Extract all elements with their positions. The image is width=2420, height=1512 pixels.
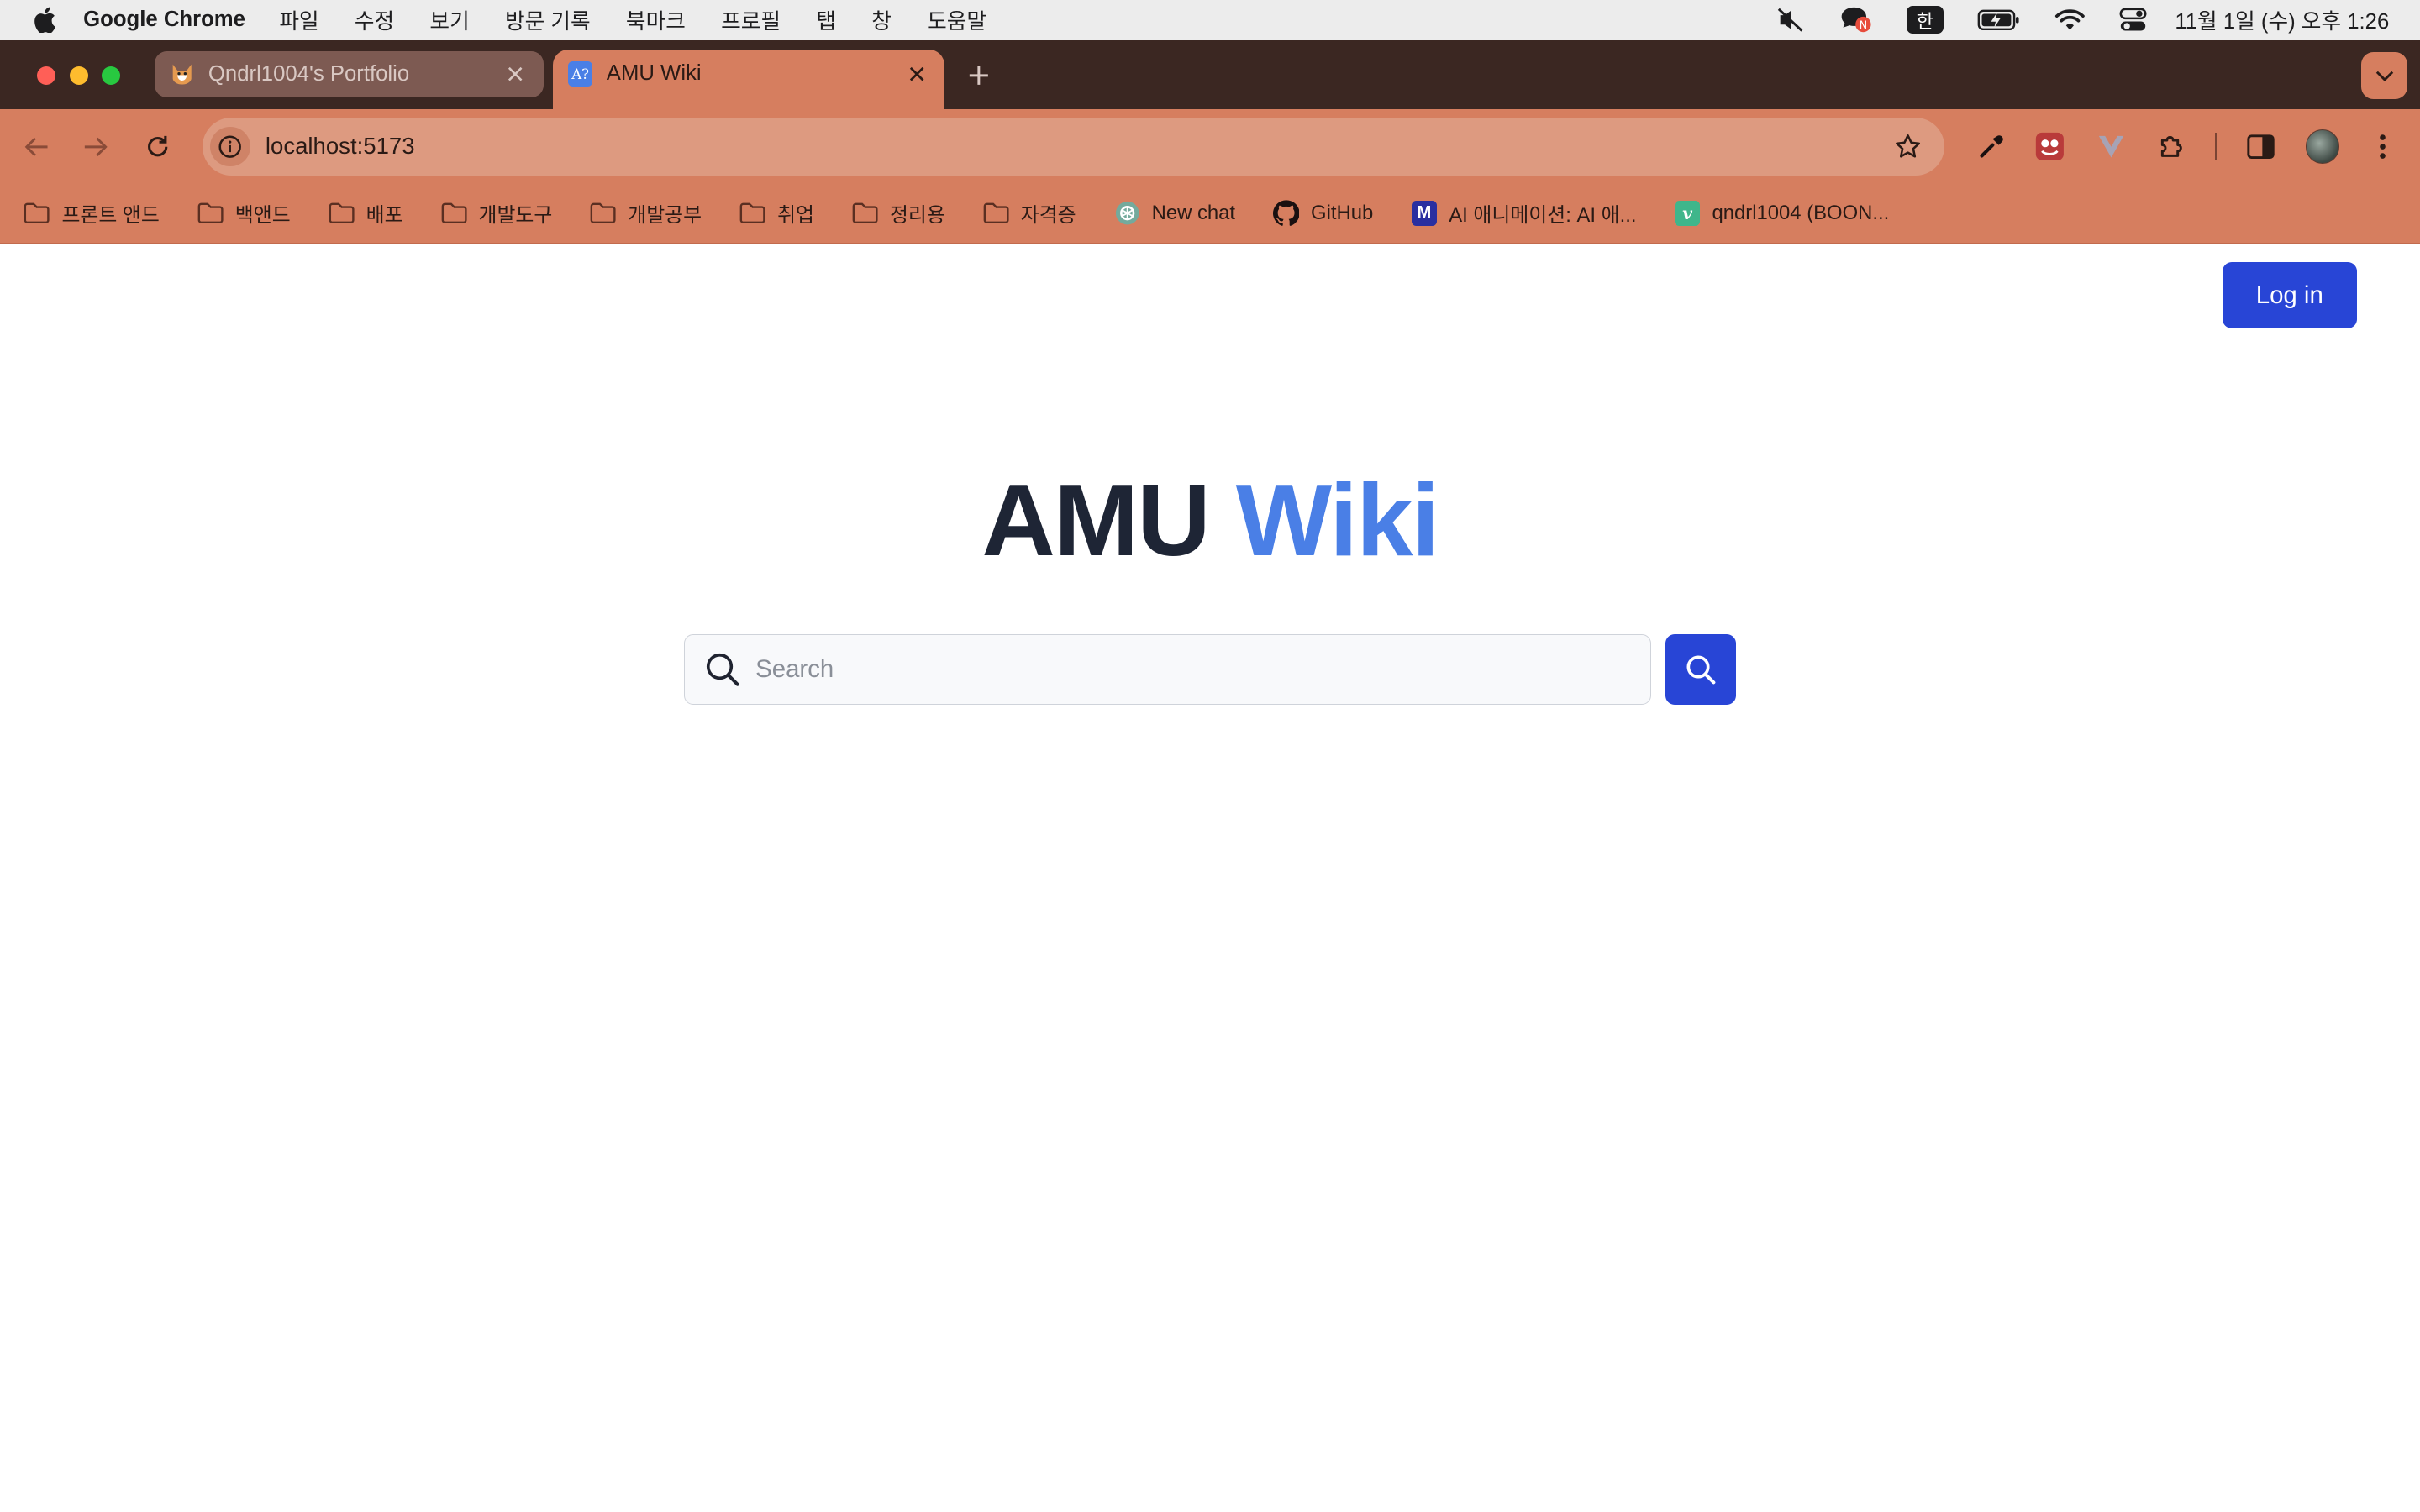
address-bar[interactable]: localhost:5173 [202,117,1945,176]
bookmark-label: 취업 [777,204,814,228]
bookmark-folder-study[interactable]: 개발공부 [589,198,702,228]
menu-bar-status-area: N 한 11월 1일 (수) 오후 1:26 [1743,0,2389,40]
browser-toolbar: localhost:5173 [0,109,2420,184]
menu-bar-clock[interactable]: 11월 1일 (수) 오후 1:26 [2175,4,2389,35]
bookmark-label: AI 애니메이션: AI 애... [1449,204,1637,228]
bookmark-label: 백앤드 [234,204,291,228]
bookmarks-bar: 프론트 앤드 백앤드 배포 개발도구 개발공부 취업 정리용 자격증 New c… [0,183,2420,244]
bookmark-qndrl1004[interactable]: v qndrl1004 (BOON... [1674,201,1890,226]
new-tab-plus-icon[interactable] [963,60,994,92]
bookmark-label: qndrl1004 (BOON... [1712,201,1890,224]
svg-text:N: N [1860,20,1868,33]
title-wiki: Wiki [1235,463,1440,578]
menu-bookmarks[interactable]: 북마크 [626,4,686,35]
tab-amu-wiki[interactable]: A? AMU Wiki [552,49,945,110]
bookmark-folder-backend[interactable]: 백앤드 [197,198,291,228]
battery-icon[interactable] [1977,0,2020,40]
search-icon [705,651,742,688]
github-icon [1272,200,1300,227]
bookmark-label: 개발공부 [628,204,702,228]
bookmark-folder-frontend[interactable]: 프론트 앤드 [24,198,160,228]
bookmark-github[interactable]: GitHub [1272,200,1374,227]
site-info-icon[interactable] [209,126,250,167]
menu-view[interactable]: 보기 [429,4,469,35]
more-menu-icon[interactable] [2365,128,2402,165]
eyedropper-extension-icon[interactable] [1972,128,2009,165]
profile-avatar[interactable] [2306,129,2340,164]
folder-icon [24,201,51,225]
bookmark-folder-jobs[interactable]: 취업 [739,198,814,228]
menu-profiles[interactable]: 프로필 [721,4,781,35]
red-extension-icon[interactable] [2031,128,2068,165]
toolbar-separator [2214,132,2218,160]
apple-logo-icon[interactable] [28,3,61,37]
folder-icon [982,201,1010,225]
bookmark-label: GitHub [1311,201,1374,224]
menu-window[interactable]: 창 [871,4,892,35]
m-badge-icon: M [1410,201,1438,226]
tab-portfolio[interactable]: Qndrl1004's Portfolio [154,50,544,97]
bookmark-new-chat[interactable]: New chat [1113,201,1235,225]
search-input[interactable] [752,654,1651,685]
folder-icon [328,201,355,225]
search-box[interactable] [683,633,1652,706]
menu-edit[interactable]: 수정 [355,4,394,35]
openai-icon [1113,201,1141,225]
folder-icon [589,201,617,225]
menu-app-name[interactable]: Google Chrome [83,8,245,32]
bookmark-star-icon[interactable] [1892,131,1923,162]
corgi-favicon-icon [170,61,194,86]
reload-icon[interactable] [139,128,176,165]
window-minimize-button[interactable] [69,66,88,85]
tab-close-icon[interactable] [904,61,929,86]
menu-help[interactable]: 도움말 [927,4,986,35]
v-badge-icon: v [1674,201,1702,226]
bookmark-folder-deploy[interactable]: 배포 [328,198,403,228]
macos-menu-bar: Google Chrome 파일 수정 보기 방문 기록 북마크 프로필 탭 창… [0,0,2420,40]
folder-icon [440,201,468,225]
bookmark-ai-animation[interactable]: M AI 애니메이션: AI 애... [1410,198,1636,228]
web-page-content: Log in AMU Wiki [0,245,2420,1512]
wifi-icon[interactable] [2054,0,2086,40]
back-arrow-icon[interactable] [18,128,55,165]
bookmark-label: 배포 [366,204,403,228]
bookmark-label: 프론트 앤드 [61,204,160,228]
menu-history[interactable]: 방문 기록 [505,4,591,35]
tab-title: AMU Wiki [606,61,702,86]
browser-tab-strip: Qndrl1004's Portfolio A? AMU Wiki [0,39,2420,110]
control-center-icon[interactable] [2119,0,2147,40]
bookmark-label: 자격증 [1020,204,1076,228]
page-title: AMU Wiki [0,461,2420,579]
input-source-icon[interactable]: 한 [1906,0,1944,40]
tab-title: Qndrl1004's Portfolio [208,61,410,86]
window-zoom-button[interactable] [102,66,121,85]
forward-arrow-icon[interactable] [77,128,114,165]
extensions-puzzle-icon[interactable] [2153,128,2190,165]
chat-notification-icon[interactable]: N [1839,0,1872,40]
folder-icon [851,201,879,225]
address-bar-url[interactable]: localhost:5173 [266,133,415,160]
mute-icon[interactable] [1777,0,1805,40]
bookmark-label: 개발도구 [478,204,553,228]
tab-search-chevron-icon[interactable] [2361,52,2408,99]
bookmark-folder-certificates[interactable]: 자격증 [982,198,1076,228]
screen: Google Chrome 파일 수정 보기 방문 기록 북마크 프로필 탭 창… [0,0,2420,1512]
bookmark-folder-devtools[interactable]: 개발도구 [440,198,553,228]
search-icon [1686,654,1717,685]
bookmark-folder-notes[interactable]: 정리용 [851,198,945,228]
menu-file[interactable]: 파일 [279,4,318,35]
folder-icon [739,201,766,225]
bookmark-label: New chat [1151,201,1236,224]
search-submit-button[interactable] [1665,633,1737,706]
login-button[interactable]: Log in [2222,262,2357,329]
bookmark-label: 정리용 [889,204,945,228]
menu-tab[interactable]: 탭 [816,4,836,35]
tab-close-icon[interactable] [503,61,528,86]
folder-icon [197,201,224,225]
vue-devtools-icon[interactable] [2093,128,2130,165]
title-amu: AMU [981,463,1210,578]
side-panel-icon[interactable] [2243,128,2280,165]
window-close-button[interactable] [37,66,56,85]
amu-wiki-favicon-icon: A? [567,61,593,87]
